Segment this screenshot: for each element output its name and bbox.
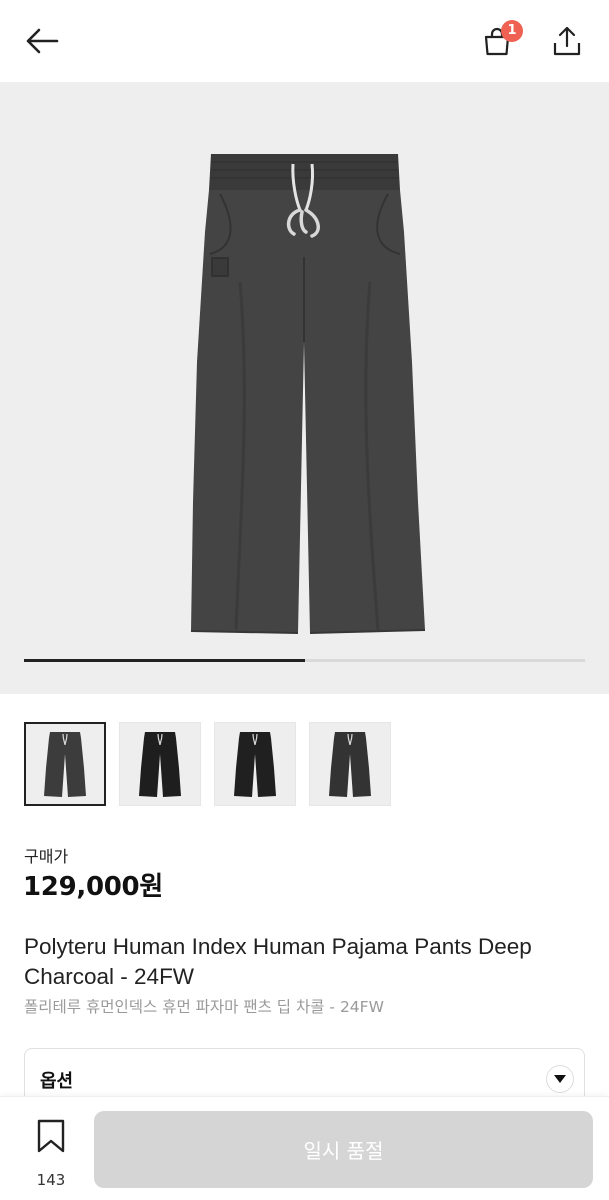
share-button[interactable] [544,18,590,64]
thumbnail-strip [24,722,391,806]
share-icon [553,26,581,56]
price-label: 구매가 [24,847,69,866]
price: 129,000원 [23,872,163,902]
caret-down-icon [554,1075,566,1083]
gallery-progress-fill [24,659,305,662]
thumbnail-3[interactable] [214,722,296,806]
cart-count-badge: 1 [501,20,523,42]
top-bar: 1 [0,0,609,82]
thumbnail-image [139,732,181,797]
bookmark-button[interactable]: 143 [22,1117,80,1189]
product-title-ko: 폴리테루 휴먼인덱스 휴먼 파자마 팬츠 딥 차콜 - 24FW [24,998,384,1016]
bookmark-icon [37,1119,65,1153]
option-dropdown-button[interactable] [546,1065,574,1093]
thumbnail-4[interactable] [309,722,391,806]
option-label: 옵션 [40,1071,74,1092]
thumbnail-image [329,732,371,797]
bookmark-count: 143 [36,1171,66,1189]
sold-out-button[interactable]: 일시 품절 [94,1111,593,1188]
bottom-action-bar: 143 일시 품절 [0,1096,609,1200]
product-image [190,154,426,634]
thumbnail-1[interactable] [24,722,106,806]
thumbnail-image [234,732,276,797]
product-image-gallery[interactable] [0,82,609,694]
back-button[interactable] [18,18,66,64]
gallery-progress-bar [24,659,585,662]
arrow-left-icon [26,28,59,54]
product-title-en: Polyteru Human Index Human Pajama Pants … [24,934,532,989]
thumbnail-image [44,732,86,797]
thumbnail-2[interactable] [119,722,201,806]
